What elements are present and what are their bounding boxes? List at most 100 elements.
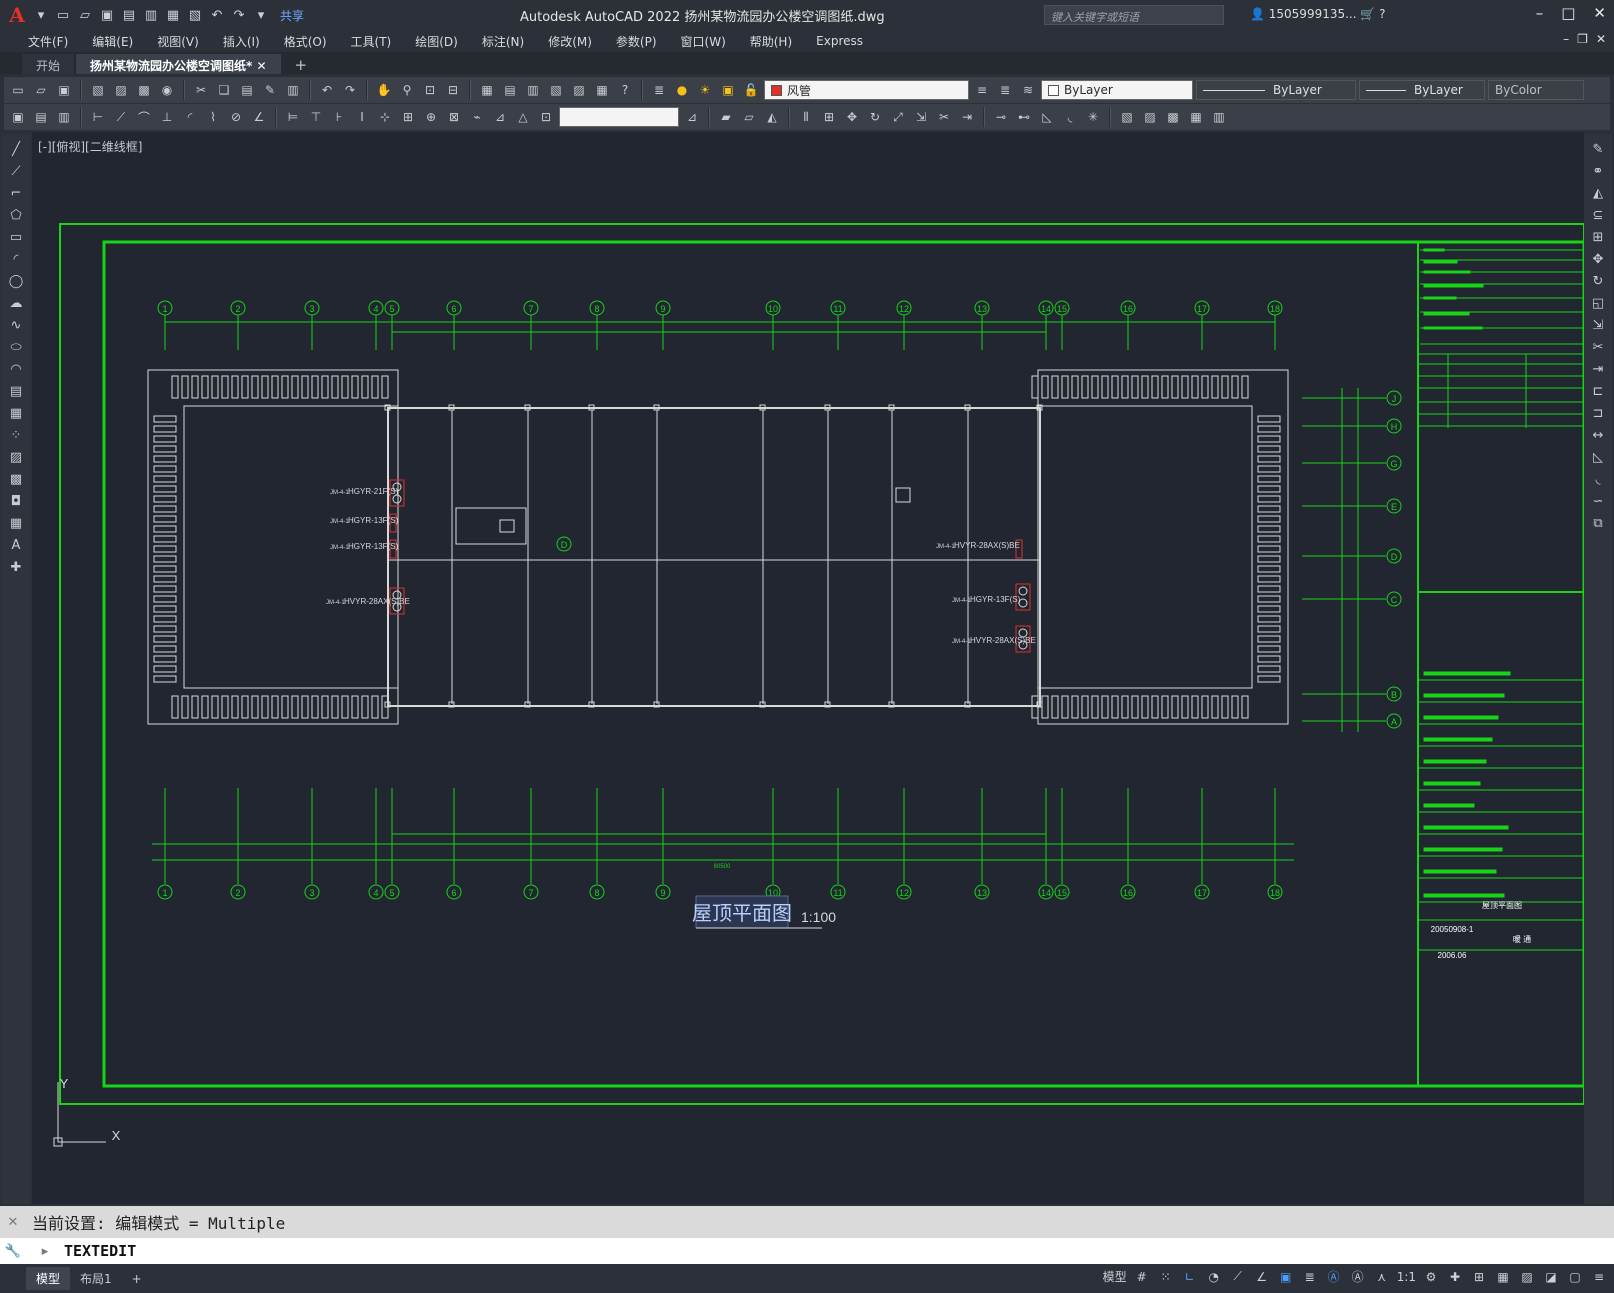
menu-modify[interactable]: 修改(M) [536,33,604,50]
annotation-scale-icon[interactable]: ⋏ [1373,1270,1391,1284]
lineweight-dropdown[interactable]: ByLayer [1359,80,1485,100]
explode-tool-icon[interactable]: ⧉ [1588,514,1608,533]
markup-icon[interactable]: ▨ [569,80,589,100]
cart-icon[interactable]: 🛒 [1360,7,1379,21]
break-point-icon[interactable]: ⊏ [1588,382,1608,401]
new-tab-icon[interactable]: + [283,56,320,74]
layer-on-icon[interactable]: ● [672,80,692,100]
offset-tool-icon[interactable]: ⊆ [1588,206,1608,225]
menu-express[interactable]: Express [804,34,875,48]
move-icon[interactable]: ✥ [842,107,862,127]
sheet-set-icon[interactable]: ▧ [546,80,566,100]
layer-previous-icon[interactable]: ≣ [995,80,1015,100]
plotstyle-dropdown[interactable]: ByColor [1488,80,1584,100]
tab-layout1[interactable]: 布局1 [70,1267,122,1290]
ellipse-icon[interactable]: ⬭ [6,338,26,357]
print-icon[interactable]: ▧ [186,6,204,24]
export-icon[interactable]: ▦ [164,6,182,24]
snap-icon[interactable]: ⁙ [1157,1270,1175,1284]
break-tool-icon[interactable]: ⊐ [1588,404,1608,423]
plot-preview-icon[interactable]: ▨ [111,80,131,100]
block-editor-icon[interactable]: ▥ [283,80,303,100]
mirror-icon[interactable]: ◭ [762,107,782,127]
zoom-realtime-icon[interactable]: ⚲ [397,80,417,100]
dim-update-2-icon[interactable]: ⊡ [536,107,556,127]
object-snap-icon[interactable]: ▣ [1277,1270,1295,1284]
dimstyle-dropdown[interactable] [559,107,679,127]
linear-dim-icon[interactable]: ⊢ [88,107,108,127]
stretch-icon[interactable]: ⇲ [911,107,931,127]
menu-dimension[interactable]: 标注(N) [470,33,536,50]
annotation-visibility-icon[interactable]: Ⓐ [1325,1268,1343,1285]
center-mark-icon[interactable]: ⊕ [421,107,441,127]
table-icon[interactable]: ▦ [6,514,26,533]
match-properties-icon[interactable]: ✎ [260,80,280,100]
new-icon[interactable]: ▭ [8,80,28,100]
zoom-previous-icon[interactable]: ⊟ [443,80,463,100]
copy-icon[interactable]: ❏ [214,80,234,100]
redo-icon[interactable]: ↷ [340,80,360,100]
design-center-icon[interactable]: ▤ [500,80,520,100]
menu-tools[interactable]: 工具(T) [339,33,404,50]
import-icon[interactable]: ▥ [142,6,160,24]
layer-states-icon[interactable]: ≋ [1018,80,1038,100]
model-space-toggle[interactable]: 模型 [1103,1268,1127,1285]
search-input[interactable]: 键入关键字或短语 [1044,5,1224,25]
tolerance-icon[interactable]: ⊞ [398,107,418,127]
jogged-linear-icon[interactable]: ⌁ [467,107,487,127]
menu-parametric[interactable]: 参数(P) [604,33,669,50]
menu-view[interactable]: 视图(V) [145,33,211,50]
blend-curves-icon[interactable]: ∽ [1588,492,1608,511]
undo-icon[interactable]: ↶ [317,80,337,100]
customize-menu-icon[interactable]: ≡ [1590,1270,1608,1284]
command-close-icon[interactable]: ✕ [0,1206,26,1238]
erase-tool-icon[interactable]: ✎ [1588,140,1608,159]
continue-dim-icon[interactable]: ⊦ [329,107,349,127]
doc-minimize-icon[interactable]: – [1563,32,1569,46]
close-icon[interactable]: ✕ [1593,4,1606,22]
radius-dim-icon[interactable]: ◜ [180,107,200,127]
tab-drawing[interactable]: 扬州某物流园办公楼空调图纸* ✕ [76,54,281,74]
mtext-icon[interactable]: A [6,536,26,555]
join-tool-icon[interactable]: ↔ [1588,426,1608,445]
chamfer-icon[interactable]: ◺ [1037,107,1057,127]
object-snap-tracking-icon[interactable]: ∠ [1253,1270,1271,1284]
fillet-tool-icon[interactable]: ◟ [1588,470,1608,489]
layer-freeze-icon[interactable]: ☀ [695,80,715,100]
send-under-icon[interactable]: ▥ [1209,107,1229,127]
move-tool-icon[interactable]: ✥ [1588,250,1608,269]
annotation-monitor-icon[interactable]: ✚ [1446,1270,1464,1284]
line-tool-icon[interactable]: ╱ [6,140,26,159]
command-prompt-icon[interactable]: ▸ [34,1238,56,1264]
diameter-dim-icon[interactable]: ⊘ [226,107,246,127]
array-icon[interactable]: ⊞ [819,107,839,127]
help-icon[interactable]: ? [1379,7,1385,21]
menu-insert[interactable]: 插入(I) [211,33,272,50]
linetype-dropdown[interactable]: ByLayer [1196,80,1356,100]
scale-tool-icon[interactable]: ◱ [1588,294,1608,313]
make-block-icon[interactable]: ▦ [6,404,26,423]
pan-icon[interactable]: ✋ [374,80,394,100]
bring-front-icon[interactable]: ▨ [1140,107,1160,127]
save-icon[interactable]: ▣ [54,80,74,100]
help-icon[interactable]: ? [615,80,635,100]
array-tool-icon[interactable]: ⊞ [1588,228,1608,247]
join-icon[interactable]: ⊷ [1014,107,1034,127]
quickcalc-icon[interactable]: ▦ [592,80,612,100]
save-icon[interactable]: ▣ [98,6,116,24]
region-icon[interactable]: ◘ [6,492,26,511]
command-input[interactable]: TEXTEDIT [0,1238,1614,1264]
dim-style-manager-icon[interactable]: ⊿ [682,107,702,127]
polar-icon[interactable]: ◔ [1205,1270,1223,1284]
doc-close-icon[interactable]: ✕ [1596,32,1606,46]
quick-dim-icon[interactable]: ⊨ [283,107,303,127]
dim-space-icon[interactable]: Ι [352,107,372,127]
rotate-icon[interactable]: ↻ [865,107,885,127]
user-account[interactable]: 👤 1505999135... 🛒 ? [1250,7,1386,21]
isodraft-icon[interactable]: ⟋ [1229,1269,1247,1284]
stretch-tool-icon[interactable]: ⇲ [1588,316,1608,335]
gradient-icon[interactable]: ▩ [6,470,26,489]
baseline-dim-icon[interactable]: ⊤ [306,107,326,127]
properties-icon[interactable]: ▦ [477,80,497,100]
trim-icon[interactable]: ✂ [934,107,954,127]
